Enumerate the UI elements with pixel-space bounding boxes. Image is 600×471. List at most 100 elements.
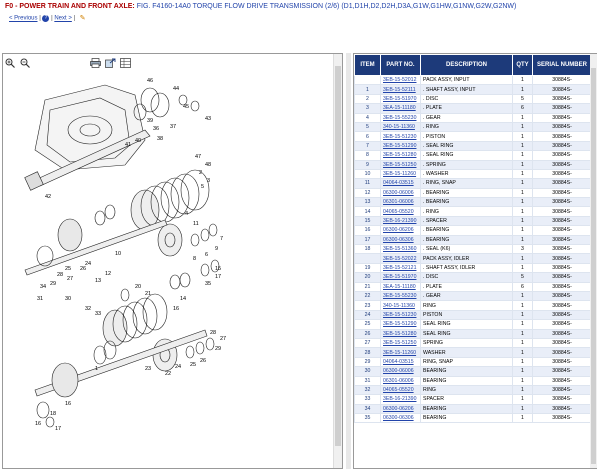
table-row[interactable]: 16 06300-06206 . BEARING 1 30884S- [354, 225, 592, 236]
table-row[interactable]: 32 04065-05520 RING 1 30884S- [354, 384, 592, 396]
table-row[interactable]: 17 06300-06306 . BEARING 1 30884S- [354, 234, 592, 246]
part-number-link[interactable]: 3EB-15-52111 [383, 87, 416, 93]
row-description: . SEAL RING [420, 150, 513, 161]
part-number-link[interactable]: 3EB-15-51250 [383, 162, 416, 168]
table-row[interactable]: 2 3EB-15-51970 . DISC 5 30884S- [354, 93, 592, 105]
table-row[interactable]: 34 06300-06206 BEARING 1 30884S- [354, 403, 592, 415]
column-header-item[interactable]: ITEM [354, 54, 381, 76]
part-number-link[interactable]: 3EB-15-55230 [383, 293, 416, 299]
table-row[interactable]: 33 3EB-16-21390 SPACER 1 30884S- [354, 394, 592, 405]
edit-icon[interactable]: ✎ [80, 14, 86, 22]
table-row[interactable]: 21 3EA-15-11180 . PLATE 6 30884S- [354, 281, 592, 293]
part-number-link[interactable]: 06301-06006 [383, 378, 414, 384]
part-number-link[interactable]: 3EB-15-11260 [383, 350, 416, 356]
part-number-cell: 06300-06006 [380, 366, 421, 377]
grid-icon[interactable] [120, 57, 131, 68]
table-row[interactable]: 14 04065-05520 . RING 1 30884S- [354, 206, 592, 217]
table-row[interactable]: 9 3EB-15-51250 . SPRING 1 30884S- [354, 159, 592, 170]
table-row[interactable]: 12 06300-06006 . BEARING 1 30884S- [354, 187, 592, 199]
table-row[interactable]: 13 06301-06006 . BEARING 1 30884S- [354, 197, 592, 208]
table-row[interactable]: 3EB-15-52022 PACK ASSY, IDLER 1 30884S- [354, 253, 592, 264]
table-row[interactable]: 23 340-15-11360 RING 1 30884S- [354, 300, 592, 311]
column-header-qty[interactable]: QTY [512, 54, 533, 76]
row-item-number: 28 [354, 347, 381, 358]
table-row[interactable]: 20 3EB-15-51970 . DISC 5 30884S- [354, 272, 592, 283]
part-number-link[interactable]: 340-15-11360 [383, 303, 415, 309]
part-number-link[interactable]: 3EA-15-11180 [383, 105, 416, 111]
part-number-link[interactable]: 06300-06006 [383, 190, 414, 196]
table-row[interactable]: 35 06300-06306 BEARING 1 30884S- [354, 413, 592, 424]
part-number-link[interactable]: 3EA-15-11180 [383, 284, 416, 290]
table-row[interactable]: 29 04064-03515 RING, SNAP 1 30884S- [354, 356, 592, 368]
table-row[interactable]: 15 3EB-16-21390 . SPACER 1 30884S- [354, 215, 592, 227]
part-number-link[interactable]: 04065-05520 [383, 209, 414, 215]
svg-text:17: 17 [215, 274, 221, 280]
table-row[interactable]: 30 06300-06006 BEARING 1 30884S- [354, 366, 592, 377]
part-number-link[interactable]: 3EB-15-51250 [383, 340, 416, 346]
table-row[interactable]: 3 3EA-15-11180 . PLATE 6 30884S- [354, 103, 592, 114]
row-description: . BEARING [420, 225, 513, 236]
parts-list-scrollbar[interactable] [590, 54, 597, 468]
part-number-link[interactable]: 3EB-15-52012 [383, 77, 416, 83]
part-number-link[interactable]: 3EB-15-52121 [383, 265, 416, 271]
table-row[interactable]: 8 3EB-15-51280 . SEAL RING 1 30884S- [354, 150, 592, 161]
part-number-link[interactable]: 06301-06006 [383, 199, 414, 205]
part-number-link[interactable]: 3EB-16-21390 [383, 396, 416, 402]
row-serial-number: 30884S- [532, 140, 592, 152]
table-row[interactable]: 11 04064-03515 . RING, SNAP 1 30884S- [354, 178, 592, 189]
table-row[interactable]: 1 3EB-15-52111. SHAFT ASSY, INPUT 1 30884S- [354, 84, 592, 95]
table-row[interactable]: 6 3EB-15-51230 . PISTON 1 30884S- [354, 131, 592, 142]
next-link[interactable]: Next > [54, 16, 72, 22]
part-number-link[interactable]: 04064-03515 [383, 359, 414, 365]
part-number-link[interactable]: 3EB-15-51290 [383, 321, 416, 327]
zoom-out-icon[interactable] [19, 57, 30, 68]
previous-link[interactable]: < Previous [9, 16, 38, 22]
column-header-description[interactable]: DESCRIPTION [420, 54, 513, 76]
part-number-link[interactable]: 04065-05520 [383, 387, 414, 393]
part-number-link[interactable]: 04064-03515 [383, 180, 414, 186]
row-description: . BEARING [420, 197, 513, 208]
table-row[interactable]: 22 3EB-15-55230 . GEAR 1 30884S- [354, 290, 592, 302]
part-number-link[interactable]: 3EB-15-51290 [383, 143, 416, 149]
table-row[interactable]: 18 3EB-15-51360 . SEAL (K6) 3 30884S- [354, 244, 592, 255]
table-row[interactable]: 10 3EB-15-11260 . WASHER 1 30884S- [354, 168, 592, 180]
column-header-serial[interactable]: SERIAL NUMBER [532, 54, 592, 76]
table-row[interactable]: 28 3EB-15-11260 WASHER 1 30884S- [354, 347, 592, 358]
part-number-link[interactable]: 06300-06306 [383, 237, 414, 243]
table-row[interactable]: 31 06301-06006 BEARING 1 30884S- [354, 375, 592, 386]
help-icon[interactable]: ? [42, 14, 50, 22]
svg-text:16: 16 [65, 401, 71, 407]
pane-splitter[interactable] [346, 53, 351, 469]
table-row[interactable]: 25 3EB-15-51290 SEAL RING 1 30884S- [354, 319, 592, 330]
part-number-link[interactable]: 3EB-15-51230 [383, 134, 416, 140]
part-number-link[interactable]: 3EB-15-51280 [383, 331, 416, 337]
table-row[interactable]: 3EB-15-52012 PACK ASSY, INPUT 1 30884S- [354, 74, 592, 86]
part-number-link[interactable]: 3EB-15-51970 [383, 274, 416, 280]
illustration-scrollbar[interactable] [333, 54, 342, 468]
part-number-link[interactable]: 06300-06306 [383, 415, 414, 421]
column-header-part[interactable]: PART NO. [380, 54, 421, 76]
table-row[interactable]: 7 3EB-15-51290 . SEAL RING 1 30884S- [354, 140, 592, 152]
part-number-link[interactable]: 3EB-15-51970 [383, 96, 416, 102]
part-number-link[interactable]: 3EB-15-51280 [383, 152, 416, 158]
part-number-link[interactable]: 06300-06206 [383, 406, 414, 412]
print-icon[interactable] [90, 57, 101, 68]
part-number-link[interactable]: 3EB-16-21390 [383, 218, 416, 224]
table-row[interactable]: 24 3EB-15-51230 PISTON 1 30884S- [354, 309, 592, 321]
part-number-link[interactable]: 3EB-15-11260 [383, 171, 416, 177]
table-row[interactable]: 27 3EB-15-51250 SPRING 1 30884S- [354, 337, 592, 349]
part-number-link[interactable]: 3EB-15-55230 [383, 115, 416, 121]
part-number-link[interactable]: 3EB-15-51230 [383, 312, 416, 318]
zoom-in-icon[interactable] [4, 57, 15, 68]
part-number-link[interactable]: 06300-06206 [383, 227, 414, 233]
export-icon[interactable] [105, 57, 116, 68]
part-number-link[interactable]: 3EB-15-51360 [383, 246, 416, 252]
table-row[interactable]: 19 3EB-15-52121 . SHAFT ASSY, IDLER 1 30884S… [354, 262, 592, 274]
table-row[interactable]: 26 3EB-15-51280 SEAL RING 1 30884S- [354, 328, 592, 339]
row-item-number: 31 [354, 375, 381, 386]
table-row[interactable]: 5 340-15-11360 . RING 1 30884S- [354, 121, 592, 133]
part-number-link[interactable]: 340-15-11360 [383, 124, 415, 130]
part-number-link[interactable]: 06300-06006 [383, 368, 414, 374]
table-row[interactable]: 4 3EB-15-55230 . GEAR 1 30884S- [354, 112, 592, 123]
part-number-link[interactable]: 3EB-15-52022 [383, 256, 416, 262]
